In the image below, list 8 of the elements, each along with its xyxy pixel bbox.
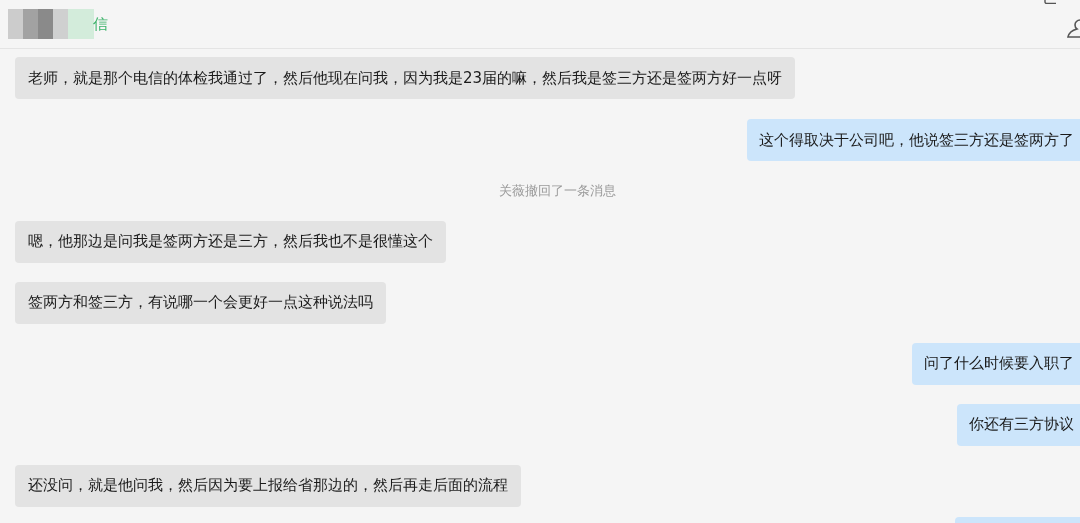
message-bubble: 你还有三方协议 [957,403,1080,446]
message-bubble: 老师，就是那个电信的体检我通过了，然后他现在问我，因为我是23届的嘛，然后我是签三方还是签两方好一点呀 [15,57,796,99]
message-bubble: 签两方和签三方，有说哪一个会更好一点这种说法吗 [15,281,386,324]
message-bubble: 还没问，就是他问我，然后因为要上报给省那边的，然后再走后面的流程 [15,464,521,507]
message-bubble: 问了什么时候要入职了 [912,342,1080,385]
chat-title[interactable]: 信 [93,12,108,36]
message-bubble: 嗯，他那边是问我是签两方还是三方，然后我也不是很懂这个 [15,220,446,263]
message-bubble: 这个得取决于公司吧，他说签三方还是签两方了 [747,119,1080,161]
